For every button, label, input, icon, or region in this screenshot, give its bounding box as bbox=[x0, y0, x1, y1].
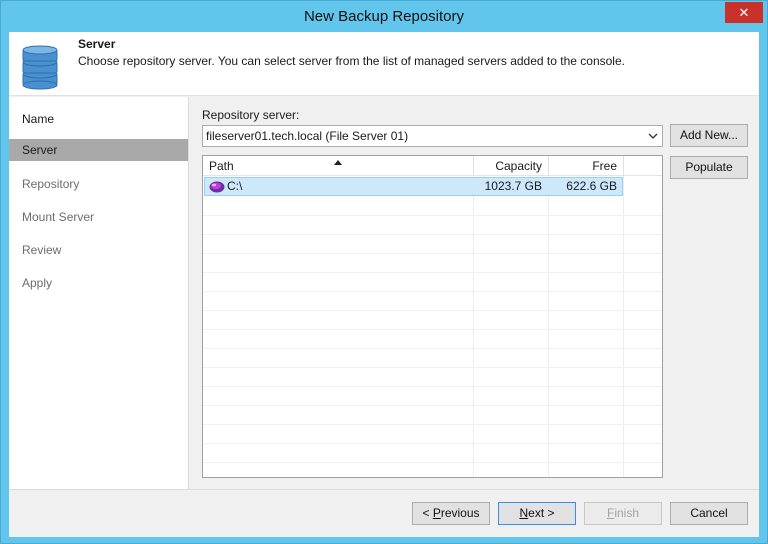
table-row[interactable]: C:\ 1023.7 GB 622.6 GB bbox=[204, 177, 623, 196]
volumes-table: Path Capacity Free C:\ 1023.7 GB 622.6 G… bbox=[202, 155, 663, 478]
row-divider bbox=[203, 424, 662, 425]
row-divider bbox=[203, 348, 662, 349]
column-divider bbox=[623, 176, 624, 477]
cell-free: 622.6 GB bbox=[566, 179, 617, 193]
step-review: Review bbox=[22, 243, 62, 257]
dialog-window: New Backup Repository ✕ Server Choose re… bbox=[0, 0, 768, 544]
row-divider bbox=[203, 329, 662, 330]
cell-path: C:\ bbox=[227, 179, 243, 193]
row-divider bbox=[203, 234, 662, 235]
row-divider bbox=[203, 386, 662, 387]
drive-icon bbox=[209, 181, 225, 193]
window-title: New Backup Repository bbox=[303, 8, 465, 25]
wizard-header: Server Choose repository server. You can… bbox=[9, 32, 759, 96]
step-repository: Repository bbox=[22, 177, 80, 191]
cancel-button[interactable]: Cancel bbox=[670, 502, 748, 525]
dialog-client: Server Choose repository server. You can… bbox=[9, 32, 759, 537]
row-divider bbox=[203, 443, 662, 444]
column-divider bbox=[548, 176, 549, 477]
column-header-free[interactable]: Free bbox=[549, 156, 624, 176]
row-divider bbox=[203, 367, 662, 368]
row-divider bbox=[203, 462, 662, 463]
add-new-button[interactable]: Add New... bbox=[670, 124, 748, 147]
column-header-capacity[interactable]: Capacity bbox=[474, 156, 549, 176]
chevron-down-icon bbox=[648, 133, 658, 139]
step-apply: Apply bbox=[22, 276, 53, 290]
page-description: Choose repository server. You can select… bbox=[78, 54, 625, 68]
page-title: Server bbox=[78, 37, 116, 51]
row-divider bbox=[203, 272, 662, 273]
step-mount-server: Mount Server bbox=[22, 210, 95, 224]
next-button[interactable]: Next > bbox=[498, 502, 576, 525]
sort-ascending-icon bbox=[334, 160, 342, 165]
column-header-path[interactable]: Path bbox=[203, 156, 474, 176]
wizard-steps: Name Server Repository Mount Server Revi… bbox=[9, 97, 189, 489]
step-name[interactable]: Name bbox=[9, 108, 188, 130]
row-divider bbox=[203, 291, 662, 292]
row-divider bbox=[203, 405, 662, 406]
finish-button: Finish bbox=[584, 502, 662, 525]
cell-capacity: 1023.7 GB bbox=[484, 179, 542, 193]
populate-button[interactable]: Populate bbox=[670, 156, 748, 179]
close-icon: ✕ bbox=[738, 5, 750, 20]
column-header-filler bbox=[624, 156, 662, 176]
repository-server-value: fileserver01.tech.local (File Server 01) bbox=[206, 129, 409, 143]
row-divider bbox=[203, 215, 662, 216]
repository-server-label: Repository server: bbox=[202, 108, 300, 122]
column-divider bbox=[473, 176, 474, 477]
close-button[interactable]: ✕ bbox=[725, 2, 763, 23]
footer-divider bbox=[9, 489, 759, 490]
row-divider bbox=[203, 310, 662, 311]
step-server[interactable]: Server bbox=[9, 139, 188, 161]
previous-button[interactable]: < Previous bbox=[412, 502, 490, 525]
repository-server-select[interactable]: fileserver01.tech.local (File Server 01) bbox=[202, 125, 663, 147]
database-icon bbox=[22, 45, 58, 90]
row-divider bbox=[203, 253, 662, 254]
